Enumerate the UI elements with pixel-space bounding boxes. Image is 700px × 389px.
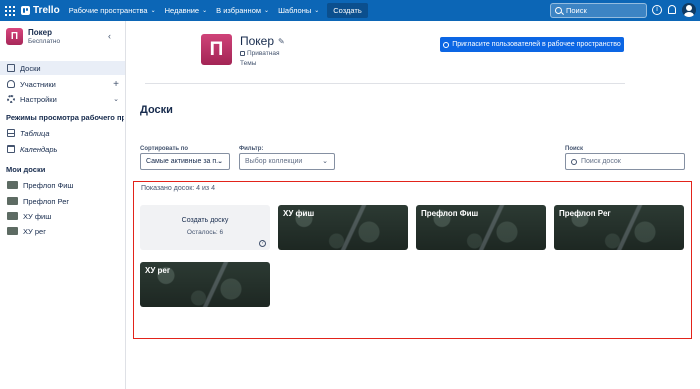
- workspace-name: Покер: [28, 28, 52, 37]
- nav-templates-label: Шаблоны: [278, 6, 312, 15]
- nav-starred[interactable]: В избранном ⌄: [216, 6, 269, 15]
- chevron-down-icon: ⌄: [314, 8, 320, 14]
- workspace-logo: П: [201, 34, 232, 65]
- my-boards-title: Мои доски: [6, 165, 46, 174]
- table-icon: [7, 129, 15, 137]
- board-search-input[interactable]: Поиск досок: [565, 153, 685, 170]
- sidebar-item-settings[interactable]: Настройки ⌄: [0, 92, 125, 106]
- board-icon: [7, 64, 15, 72]
- search-icon: [555, 7, 562, 14]
- privacy-indicator: Приватная: [240, 50, 285, 57]
- global-search-placeholder: Поиск: [566, 6, 587, 15]
- board-tile-name: Префлоп Фиш: [421, 209, 479, 218]
- sidebar-board-item[interactable]: ХУ фиш: [0, 209, 125, 223]
- board-tile[interactable]: ХУ фиш: [278, 205, 408, 250]
- search-icon: [571, 158, 577, 165]
- members-icon: [7, 80, 15, 88]
- nav-recent-label: Недавние: [164, 6, 200, 15]
- chevron-down-icon: ⌄: [217, 158, 223, 165]
- workspace-title: Покер: [240, 34, 275, 48]
- add-member-icon[interactable]: +: [113, 79, 119, 90]
- board-tile[interactable]: Префлоп Рег: [554, 205, 684, 250]
- boards-section-title: Доски: [140, 104, 173, 116]
- workspace-header: П Покер Бесплатно: [6, 28, 60, 45]
- create-button[interactable]: Создать: [327, 3, 368, 18]
- sort-select[interactable]: Самые активные за п... ⌄: [140, 153, 230, 170]
- board-thumbnail: [7, 227, 18, 235]
- global-search-input[interactable]: Поиск: [550, 3, 647, 18]
- chevron-down-icon: ⌄: [264, 8, 270, 14]
- gear-icon: [7, 95, 15, 103]
- sidebar-item-label: Участники: [20, 79, 56, 89]
- lock-icon: [240, 51, 245, 56]
- board-thumbnail: [7, 197, 18, 205]
- invite-button-label: Пригласите пользователей в рабочее прост…: [452, 41, 621, 48]
- board-thumbnail: [7, 212, 18, 220]
- nav-starred-label: В избранном: [216, 6, 262, 15]
- board-search-placeholder: Поиск досок: [581, 158, 621, 165]
- trello-logo[interactable]: Trello: [21, 5, 60, 16]
- sidebar-item-label: Таблица: [20, 128, 50, 138]
- sort-select-value: Самые активные за п...: [146, 158, 222, 165]
- logo-text: Trello: [33, 5, 60, 16]
- board-tile[interactable]: ХУ рег: [140, 262, 270, 307]
- filter-label: Фильтр:: [239, 146, 264, 152]
- boards-remaining: Осталось: 6: [186, 229, 224, 236]
- create-board-label: Создать доску: [181, 217, 229, 224]
- nav-recent[interactable]: Недавние ⌄: [165, 6, 208, 15]
- header-divider: [145, 83, 625, 84]
- edit-pencil-icon[interactable]: ✎: [278, 37, 285, 46]
- sidebar: П Покер Бесплатно ‹ Доски Участники + На…: [0, 21, 126, 389]
- filter-select-placeholder: Выбор коллекции: [245, 158, 303, 165]
- collection-filter-select[interactable]: Выбор коллекции ⌄: [239, 153, 335, 170]
- sort-label: Сортировать по: [140, 146, 189, 152]
- sidebar-board-label: Префлоп Фиш: [23, 180, 74, 190]
- nav-workspaces[interactable]: Рабочие пространства ⌄: [69, 6, 156, 15]
- sidebar-board-item[interactable]: Префлоп Рег: [0, 194, 125, 208]
- chevron-down-icon[interactable]: ⌄: [113, 95, 119, 103]
- trello-logo-icon: [21, 6, 30, 15]
- help-icon[interactable]: ?: [259, 240, 266, 247]
- board-tile-name: Префлоп Рег: [559, 209, 611, 218]
- workspace-plan: Бесплатно: [28, 38, 61, 45]
- add-user-icon: [443, 41, 450, 48]
- create-board-tile[interactable]: Создать доску Осталось: 6 ?: [140, 205, 270, 250]
- chevron-down-icon: ⌄: [322, 158, 328, 165]
- sidebar-item-label: Календарь: [20, 144, 58, 154]
- sidebar-board-item[interactable]: ХУ рег: [0, 224, 125, 238]
- sidebar-board-item[interactable]: Префлоп Фиш: [0, 178, 125, 192]
- chevron-down-icon: ⌄: [202, 8, 208, 14]
- notifications-bell-icon[interactable]: [668, 5, 676, 14]
- top-bar: Trello Рабочие пространства ⌄ Недавние ⌄ В…: [0, 0, 700, 21]
- sidebar-item-label: Доски: [20, 63, 41, 73]
- calendar-icon: [7, 145, 15, 153]
- board-tile-name: ХУ фиш: [283, 209, 315, 218]
- topics-label: Темы: [240, 60, 257, 67]
- workspace-page-header: П Покер ✎ Приватная Темы: [201, 34, 285, 67]
- user-avatar[interactable]: [682, 3, 696, 17]
- search-label: Поиск: [565, 146, 584, 152]
- board-tile[interactable]: Префлоп Фиш: [416, 205, 546, 250]
- sidebar-item-boards[interactable]: Доски: [0, 61, 125, 75]
- sidebar-item-members[interactable]: Участники +: [0, 77, 125, 91]
- invite-members-button[interactable]: Пригласите пользователей в рабочее прост…: [440, 37, 624, 52]
- views-section-title: Режимы просмотра рабочего прос...: [6, 113, 124, 122]
- info-icon[interactable]: i: [652, 5, 662, 15]
- chevron-down-icon: ⌄: [150, 8, 156, 14]
- sidebar-board-label: ХУ рег: [23, 226, 46, 236]
- privacy-label: Приватная: [247, 50, 280, 57]
- nav-workspaces-label: Рабочие пространства: [68, 6, 148, 15]
- collapse-sidebar-icon[interactable]: ‹: [108, 31, 111, 41]
- sidebar-item-label: Настройки: [20, 94, 57, 104]
- workspace-badge: П: [6, 28, 23, 45]
- board-thumbnail: [7, 181, 18, 189]
- board-tile-name: ХУ рег: [145, 266, 171, 275]
- sidebar-item-calendar[interactable]: Календарь: [0, 142, 125, 156]
- nav-templates[interactable]: Шаблоны ⌄: [278, 6, 319, 15]
- sidebar-board-label: Префлоп Рег: [23, 196, 70, 206]
- app-switcher-icon[interactable]: [3, 4, 17, 18]
- boards-count: Показано досок: 4 из 4: [141, 185, 215, 192]
- sidebar-item-table[interactable]: Таблица: [0, 126, 125, 140]
- sidebar-board-label: ХУ фиш: [23, 211, 52, 221]
